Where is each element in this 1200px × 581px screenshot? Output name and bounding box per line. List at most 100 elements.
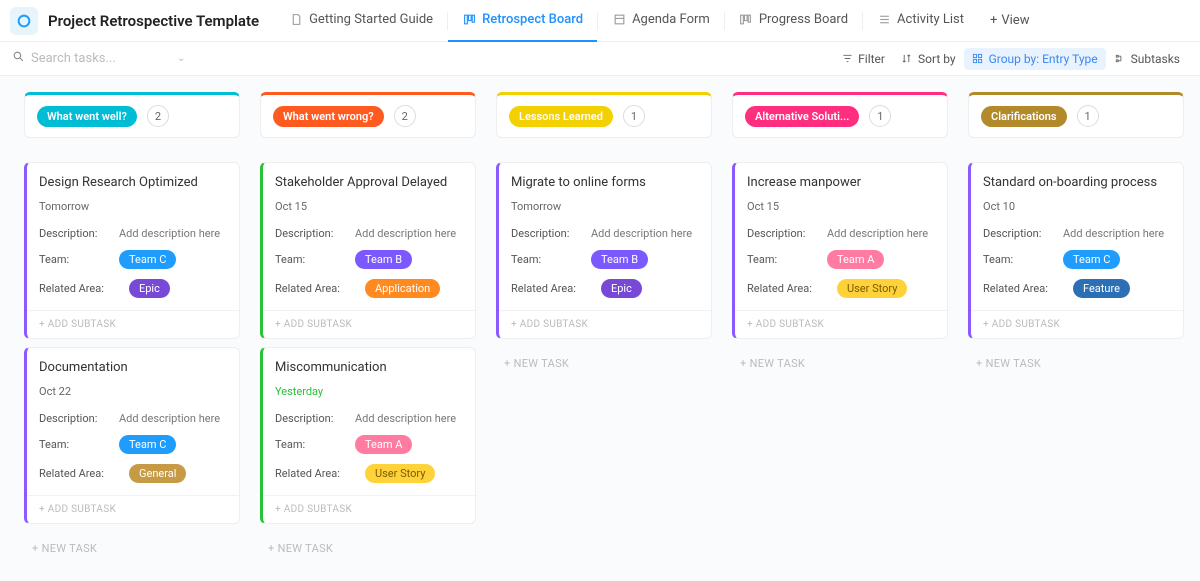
card-title: Stakeholder Approval Delayed: [275, 175, 463, 190]
tab-retrospect-board[interactable]: Retrospect Board: [448, 0, 597, 42]
column-header[interactable]: Alternative Soluti... 1: [732, 92, 948, 138]
column-header[interactable]: What went well? 2: [24, 92, 240, 138]
related-area-field[interactable]: Related Area: User Story: [747, 279, 935, 298]
description-field[interactable]: Description: Add description here: [983, 227, 1171, 240]
description-field[interactable]: Description: Add description here: [275, 412, 463, 425]
app-logo: [10, 7, 38, 35]
toolbar: ⌄ Filter Sort by Group by: Entry Type Su…: [0, 42, 1200, 76]
add-subtask-button[interactable]: ADD SUBTASK: [27, 495, 239, 523]
add-subtask-button[interactable]: ADD SUBTASK: [735, 310, 947, 338]
add-subtask-button[interactable]: ADD SUBTASK: [499, 310, 711, 338]
tab-label: Getting Started Guide: [309, 12, 433, 27]
column: What went well? 2 Design Research Optimi…: [24, 92, 240, 565]
sort-label: Sort by: [918, 52, 956, 66]
description-field[interactable]: Description: Add description here: [39, 227, 227, 240]
add-view-button[interactable]: + View: [978, 13, 1042, 28]
tab-activity-list[interactable]: Activity List: [863, 0, 978, 42]
card-date: Oct 22: [39, 385, 227, 398]
card-title: Documentation: [39, 360, 227, 375]
task-card[interactable]: Design Research Optimized Tomorrow Descr…: [24, 162, 240, 339]
field-label: Team:: [747, 253, 809, 266]
team-field[interactable]: Team: Team B: [275, 250, 463, 269]
task-card[interactable]: Stakeholder Approval Delayed Oct 15 Desc…: [260, 162, 476, 339]
new-task-button[interactable]: NEW TASK: [732, 347, 948, 380]
chevron-down-icon[interactable]: ⌄: [177, 53, 185, 64]
new-task-button[interactable]: NEW TASK: [968, 347, 1184, 380]
column-count: 1: [1077, 105, 1099, 127]
tab-icon: [877, 13, 891, 27]
column-header[interactable]: Clarifications 1: [968, 92, 1184, 138]
field-label: Related Area:: [511, 282, 583, 295]
sort-button[interactable]: Sort by: [893, 48, 964, 70]
related-area-field[interactable]: Related Area: General: [39, 464, 227, 483]
tab-label: Activity List: [897, 12, 964, 27]
team-field[interactable]: Team: Team C: [39, 250, 227, 269]
column-count: 1: [623, 105, 645, 127]
related-area-field[interactable]: Related Area: Epic: [511, 279, 699, 298]
add-subtask-button[interactable]: ADD SUBTASK: [263, 495, 475, 523]
column: Lessons Learned 1 Migrate to online form…: [496, 92, 712, 380]
team-field[interactable]: Team: Team C: [39, 435, 227, 454]
field-label: Related Area:: [983, 282, 1055, 295]
field-label: Team:: [275, 438, 337, 451]
subtasks-label: Subtasks: [1131, 52, 1180, 66]
field-label: Description:: [39, 412, 101, 425]
field-label: Description:: [39, 227, 101, 240]
task-card[interactable]: Increase manpower Oct 15 Description: Ad…: [732, 162, 948, 339]
related-area-field[interactable]: Related Area: Application: [275, 279, 463, 298]
description-hint: Add description here: [119, 412, 220, 425]
team-tag: Team C: [119, 435, 176, 454]
add-subtask-button[interactable]: ADD SUBTASK: [971, 310, 1183, 338]
field-label: Team:: [511, 253, 573, 266]
new-task-button[interactable]: NEW TASK: [496, 347, 712, 380]
tab-getting-started-guide[interactable]: Getting Started Guide: [275, 0, 447, 42]
new-task-button[interactable]: NEW TASK: [260, 532, 476, 565]
task-card[interactable]: Documentation Oct 22 Description: Add de…: [24, 347, 240, 524]
team-field[interactable]: Team: Team A: [747, 250, 935, 269]
description-field[interactable]: Description: Add description here: [511, 227, 699, 240]
field-label: Related Area:: [275, 282, 347, 295]
tab-label: Agenda Form: [632, 12, 710, 27]
task-card[interactable]: Miscommunication Yesterday Description: …: [260, 347, 476, 524]
column-title: What went wrong?: [273, 106, 384, 127]
cards-wrap: Design Research Optimized Tomorrow Descr…: [24, 162, 240, 524]
group-by-button[interactable]: Group by: Entry Type: [964, 48, 1106, 70]
subtasks-button[interactable]: Subtasks: [1106, 48, 1188, 70]
tab-label: Progress Board: [759, 12, 848, 27]
column-count: 1: [869, 105, 891, 127]
related-area-field[interactable]: Related Area: Feature: [983, 279, 1171, 298]
search-input[interactable]: [31, 51, 161, 66]
team-field[interactable]: Team: Team B: [511, 250, 699, 269]
field-label: Description:: [275, 227, 337, 240]
tab-agenda-form[interactable]: Agenda Form: [598, 0, 724, 42]
description-field[interactable]: Description: Add description here: [39, 412, 227, 425]
add-subtask-button[interactable]: ADD SUBTASK: [263, 310, 475, 338]
team-tag: Team A: [827, 250, 884, 269]
description-hint: Add description here: [827, 227, 928, 240]
team-tag: Team B: [591, 250, 648, 269]
area-tag: General: [129, 464, 186, 483]
column-title: Lessons Learned: [509, 106, 613, 127]
task-card[interactable]: Migrate to online forms Tomorrow Descrip…: [496, 162, 712, 339]
card-date: Oct 10: [983, 200, 1171, 213]
filter-button[interactable]: Filter: [833, 48, 893, 70]
related-area-field[interactable]: Related Area: Epic: [39, 279, 227, 298]
team-field[interactable]: Team: Team C: [983, 250, 1171, 269]
description-field[interactable]: Description: Add description here: [747, 227, 935, 240]
task-card[interactable]: Standard on-boarding process Oct 10 Desc…: [968, 162, 1184, 339]
cards-wrap: Increase manpower Oct 15 Description: Ad…: [732, 162, 948, 339]
field-label: Related Area:: [39, 282, 111, 295]
area-tag: Epic: [129, 279, 170, 298]
field-label: Description:: [275, 412, 337, 425]
field-label: Team:: [275, 253, 337, 266]
column-header[interactable]: Lessons Learned 1: [496, 92, 712, 138]
new-task-button[interactable]: NEW TASK: [24, 532, 240, 565]
related-area-field[interactable]: Related Area: User Story: [275, 464, 463, 483]
tab-progress-board[interactable]: Progress Board: [725, 0, 862, 42]
column-header[interactable]: What went wrong? 2: [260, 92, 476, 138]
team-field[interactable]: Team: Team A: [275, 435, 463, 454]
column: Clarifications 1 Standard on-boarding pr…: [968, 92, 1184, 380]
description-field[interactable]: Description: Add description here: [275, 227, 463, 240]
card-date: Yesterday: [275, 385, 463, 398]
add-subtask-button[interactable]: ADD SUBTASK: [27, 310, 239, 338]
